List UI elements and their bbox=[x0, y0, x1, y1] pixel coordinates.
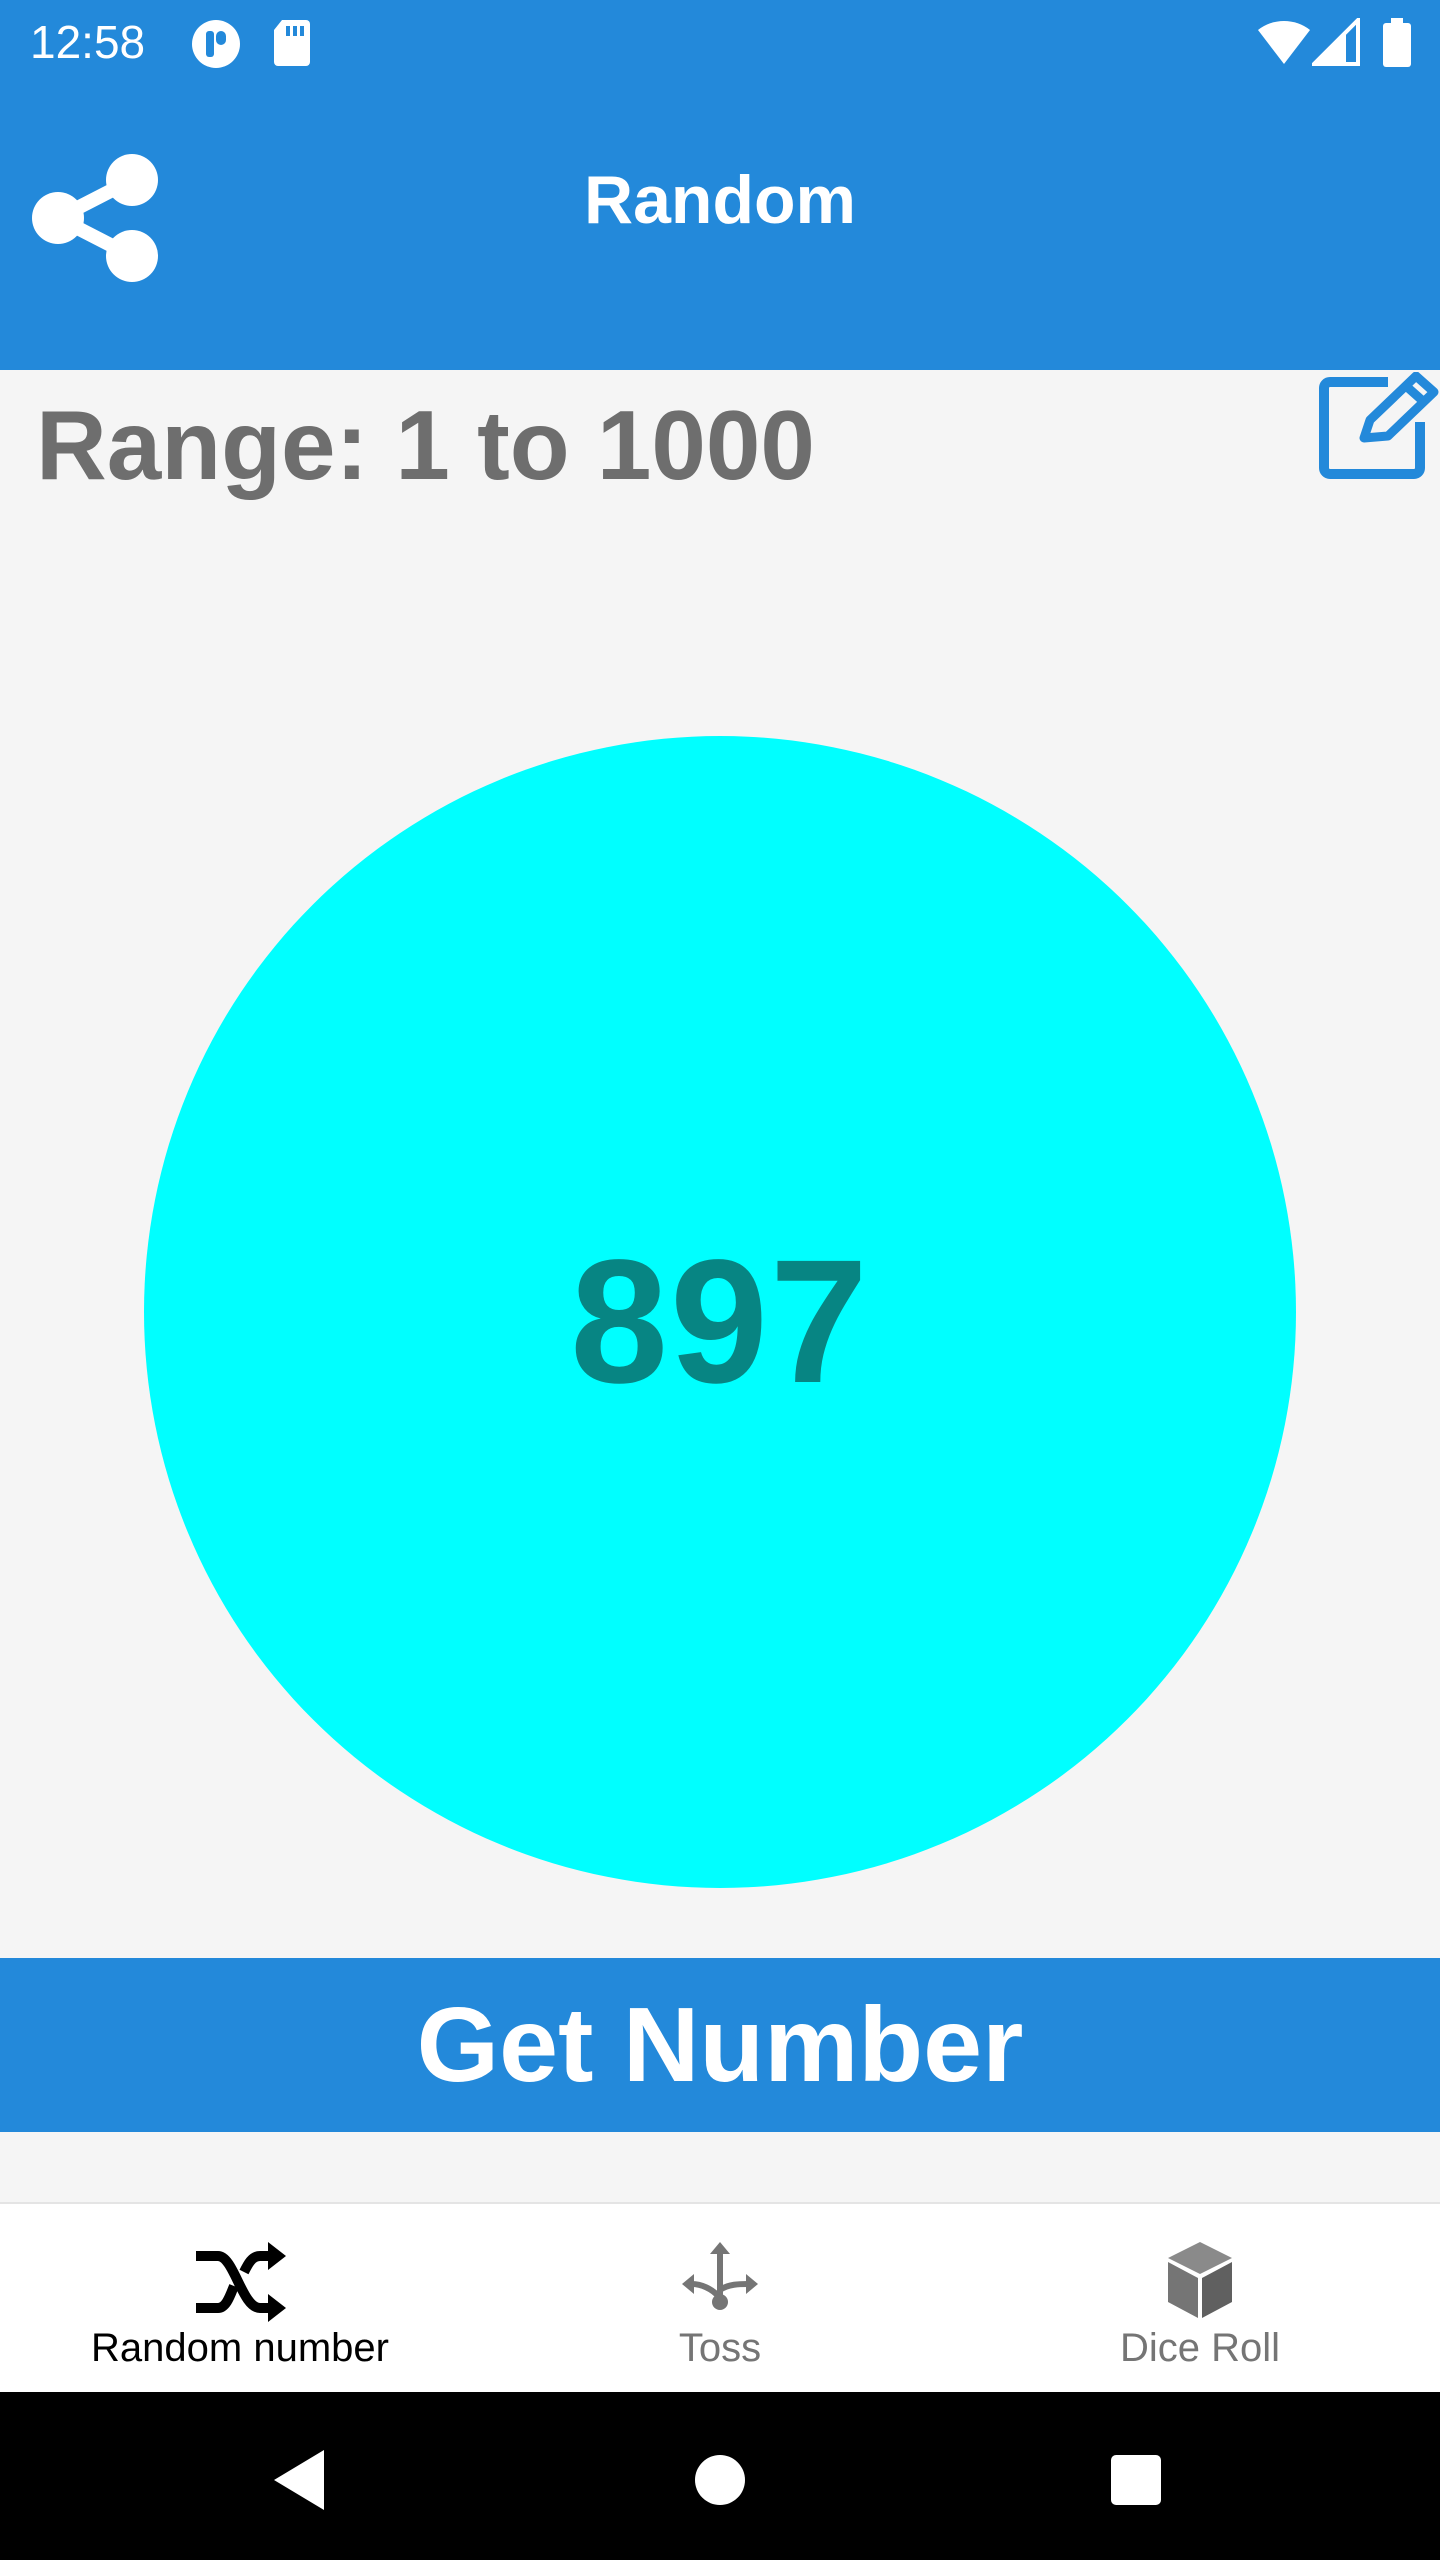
nav-label-dice-roll: Dice Roll bbox=[1119, 2326, 1281, 2370]
recents-button[interactable] bbox=[1086, 2430, 1186, 2530]
page-title: Random bbox=[584, 162, 856, 238]
share-icon bbox=[32, 154, 158, 282]
share-button[interactable] bbox=[28, 150, 164, 286]
back-icon bbox=[274, 2450, 324, 2510]
dice-cube-icon bbox=[1168, 2242, 1232, 2318]
recents-icon bbox=[1111, 2455, 1161, 2505]
nav-item-random-number[interactable]: Random number bbox=[0, 2202, 480, 2392]
random-number-value: 897 bbox=[570, 1224, 870, 1420]
nav-label-toss: Toss bbox=[678, 2326, 762, 2370]
wifi-icon bbox=[1258, 20, 1310, 64]
status-time: 12:58 bbox=[30, 16, 146, 68]
shuffle-icon bbox=[196, 2242, 286, 2322]
nav-label-random-number: Random number bbox=[91, 2326, 389, 2370]
edit-range-button[interactable] bbox=[1318, 371, 1440, 482]
back-button[interactable] bbox=[250, 2430, 350, 2530]
edit-icon bbox=[1319, 371, 1439, 479]
home-icon bbox=[695, 2455, 745, 2505]
get-number-label: Get Number bbox=[416, 1985, 1024, 2104]
get-number-button[interactable]: Get Number bbox=[0, 1958, 1440, 2132]
signal-icon bbox=[1312, 18, 1360, 66]
arrows-split-icon bbox=[682, 2242, 758, 2310]
assistant-icon bbox=[192, 20, 240, 68]
sd-card-icon bbox=[274, 20, 310, 66]
nav-item-toss[interactable]: Toss bbox=[480, 2202, 960, 2392]
nav-item-dice-roll[interactable]: Dice Roll bbox=[960, 2202, 1440, 2392]
range-label: Range: 1 to 1000 bbox=[36, 390, 815, 500]
battery-icon bbox=[1383, 18, 1411, 67]
home-button[interactable] bbox=[670, 2430, 770, 2530]
